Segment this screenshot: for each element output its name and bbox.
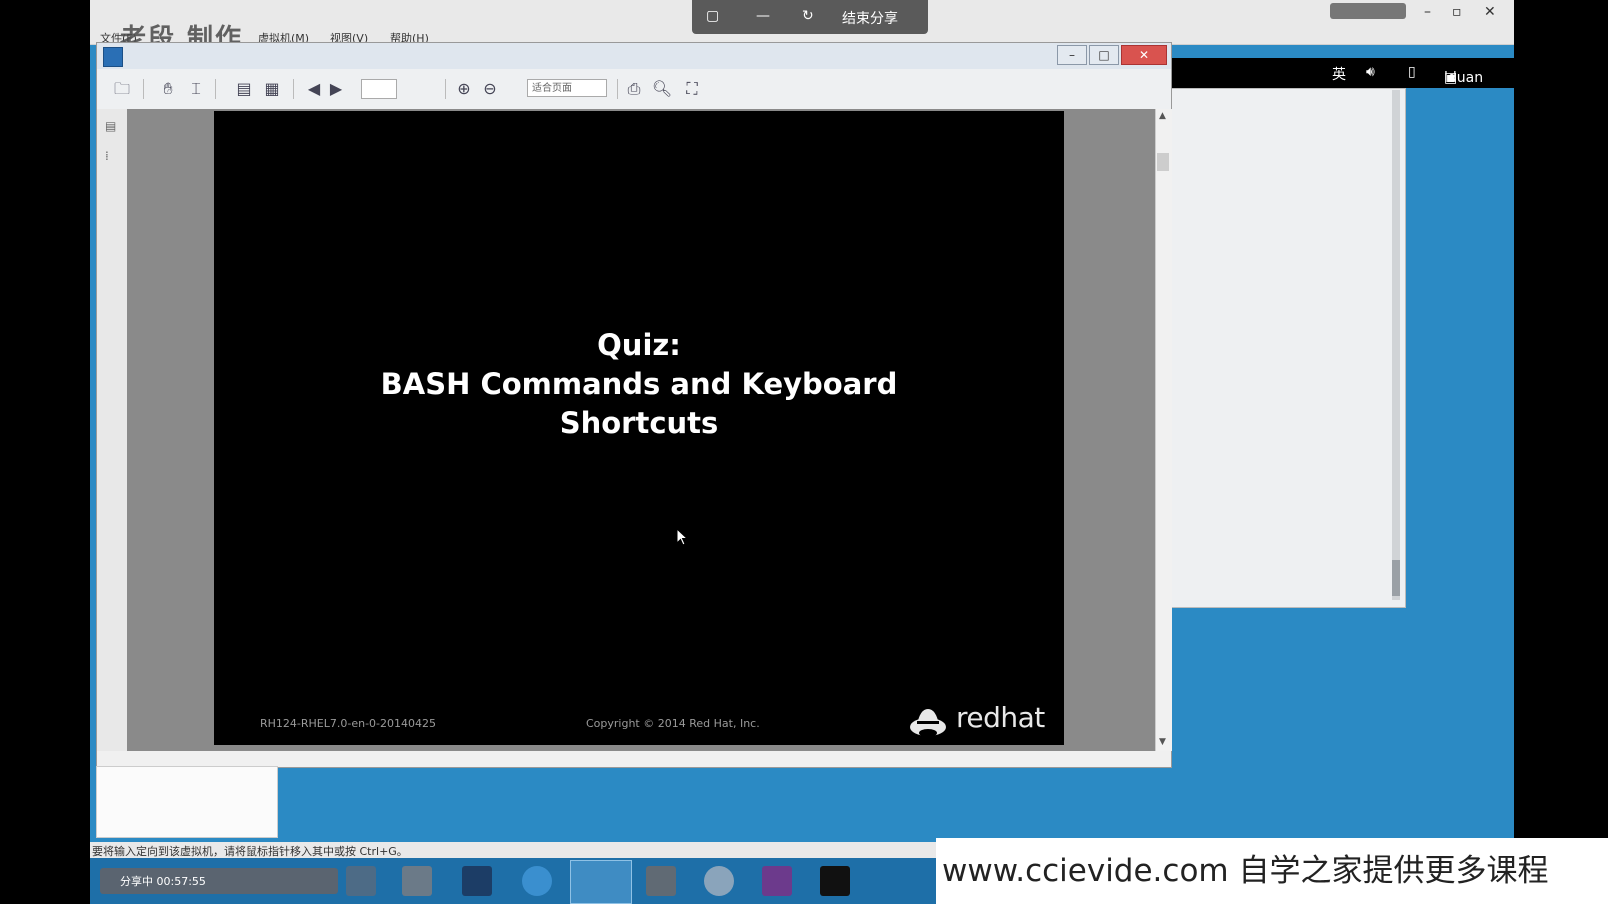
slide-copyright: Copyright © 2014 Red Hat, Inc. bbox=[586, 717, 760, 730]
slide-title-line: Quiz: bbox=[597, 328, 681, 362]
zoom-out-icon[interactable]: ⊖ bbox=[479, 78, 501, 100]
terminal-icon[interactable] bbox=[820, 866, 850, 896]
minimize-icon[interactable]: — bbox=[756, 8, 770, 24]
database-icon[interactable] bbox=[402, 866, 432, 896]
thumbnails-icon[interactable]: ▤ bbox=[105, 119, 116, 133]
toolbar-separator bbox=[617, 79, 618, 99]
pdf-maximize-button[interactable]: □ bbox=[1089, 45, 1119, 65]
page-number-input[interactable] bbox=[361, 79, 397, 99]
site-watermark: www.ccievide.com 自学之家提供更多课程 bbox=[936, 838, 1608, 904]
search-icon[interactable]: 🔍︎ bbox=[651, 78, 673, 100]
screen-icon[interactable]: ▢ bbox=[706, 8, 719, 24]
pdf-vertical-scrollbar[interactable]: ▲ ▼ bbox=[1155, 109, 1172, 751]
vm-status-badge bbox=[1330, 3, 1406, 19]
toolbar-separator bbox=[143, 79, 144, 99]
toolbar-separator bbox=[445, 79, 446, 99]
guest-window-scrollbar[interactable] bbox=[1392, 90, 1400, 600]
toolbar-separator bbox=[215, 79, 216, 99]
sharing-label: 分享中 00:57:55 bbox=[120, 875, 206, 888]
share-control-bar: ▢ — ↻ 结束分享 bbox=[692, 0, 928, 34]
slide-course-code: RH124-RHEL7.0-en-0-20140425 bbox=[260, 717, 436, 730]
hand-tool-icon[interactable]: ✋︎ bbox=[157, 78, 179, 100]
user-name: lduan bbox=[1444, 70, 1484, 86]
pdf-close-button[interactable]: ✕ bbox=[1121, 45, 1167, 65]
guest-window-scroll-thumb[interactable] bbox=[1392, 560, 1400, 596]
mouse-cursor-icon bbox=[676, 528, 688, 546]
bookmarks-icon[interactable]: ⁞ bbox=[105, 149, 109, 163]
status-text: 要将输入定向到该虚拟机，请将鼠标指针移入其中或按 Ctrl+G。 bbox=[92, 845, 408, 858]
select-tool-icon[interactable]: ⌶ bbox=[185, 78, 207, 100]
pdf-sidebar: ▤ ⁞ bbox=[97, 109, 128, 751]
redhat-logo-text: redhat bbox=[956, 701, 1045, 734]
slide-title: Quiz: BASH Commands and Keyboard Shortcu… bbox=[214, 326, 1064, 443]
sharing-indicator[interactable]: 分享中 00:57:55 bbox=[100, 868, 338, 894]
single-page-icon[interactable]: ▤ bbox=[233, 78, 255, 100]
redhat-shadowman-icon bbox=[910, 709, 946, 737]
battery-icon[interactable]: ▯ bbox=[1408, 64, 1416, 80]
pdf-scroll-thumb[interactable] bbox=[1157, 153, 1169, 171]
slide-page: Quiz: BASH Commands and Keyboard Shortcu… bbox=[214, 111, 1064, 745]
scroll-up-icon[interactable]: ▲ bbox=[1159, 111, 1166, 121]
zoom-in-icon[interactable]: ⊕ bbox=[453, 78, 475, 100]
guest-topbar: 英 🔊︎ ▯ ▣ lduan bbox=[1168, 58, 1514, 88]
thumbnail-panel bbox=[96, 766, 278, 838]
scroll-down-icon[interactable]: ▼ bbox=[1159, 737, 1166, 747]
zoom-select[interactable]: 适合页面 bbox=[527, 79, 607, 97]
refresh-icon[interactable]: ↻ bbox=[802, 8, 814, 24]
fit-width-icon[interactable]: ▦ bbox=[261, 78, 283, 100]
vm-close-icon[interactable]: ✕ bbox=[1484, 4, 1496, 20]
f-window-icon[interactable] bbox=[462, 866, 492, 896]
viewer-icon[interactable] bbox=[570, 860, 632, 904]
open-folder-icon[interactable]: 🗀︎ bbox=[111, 78, 133, 100]
toolbar-separator bbox=[293, 79, 294, 99]
next-page-icon[interactable]: ▶ bbox=[325, 78, 347, 100]
print-icon[interactable]: ⎙ bbox=[623, 78, 645, 100]
end-share-button[interactable]: 结束分享 bbox=[842, 8, 898, 28]
pdf-titlebar: – □ ✕ bbox=[97, 43, 1171, 69]
prev-page-icon[interactable]: ◀ bbox=[303, 78, 325, 100]
ime-indicator[interactable]: 英 bbox=[1332, 64, 1346, 84]
fullscreen-icon[interactable]: ⛶ bbox=[681, 78, 703, 100]
media-icon[interactable] bbox=[646, 866, 676, 896]
slide-title-line: BASH Commands and Keyboard bbox=[380, 367, 898, 401]
vm-minimize-icon[interactable]: – bbox=[1424, 4, 1431, 20]
slide-title-line: Shortcuts bbox=[559, 406, 719, 440]
app-icon bbox=[103, 47, 123, 67]
bird-icon[interactable] bbox=[704, 866, 734, 896]
pdf-toolbar: 🗀︎ ✋︎ ⌶ ▤ ▦ ◀ ▶ ⊕ ⊖ 适合页面 ⎙ 🔍︎ ⛶ bbox=[97, 69, 1171, 110]
ct-icon[interactable] bbox=[522, 866, 552, 896]
vm-restore-icon[interactable]: ▫ bbox=[1452, 4, 1462, 20]
s-icon[interactable] bbox=[346, 866, 376, 896]
onenote-icon[interactable] bbox=[762, 866, 792, 896]
guest-window bbox=[1170, 88, 1406, 608]
pdf-minimize-button[interactable]: – bbox=[1057, 45, 1087, 65]
volume-icon[interactable]: 🔊︎ bbox=[1366, 64, 1375, 80]
